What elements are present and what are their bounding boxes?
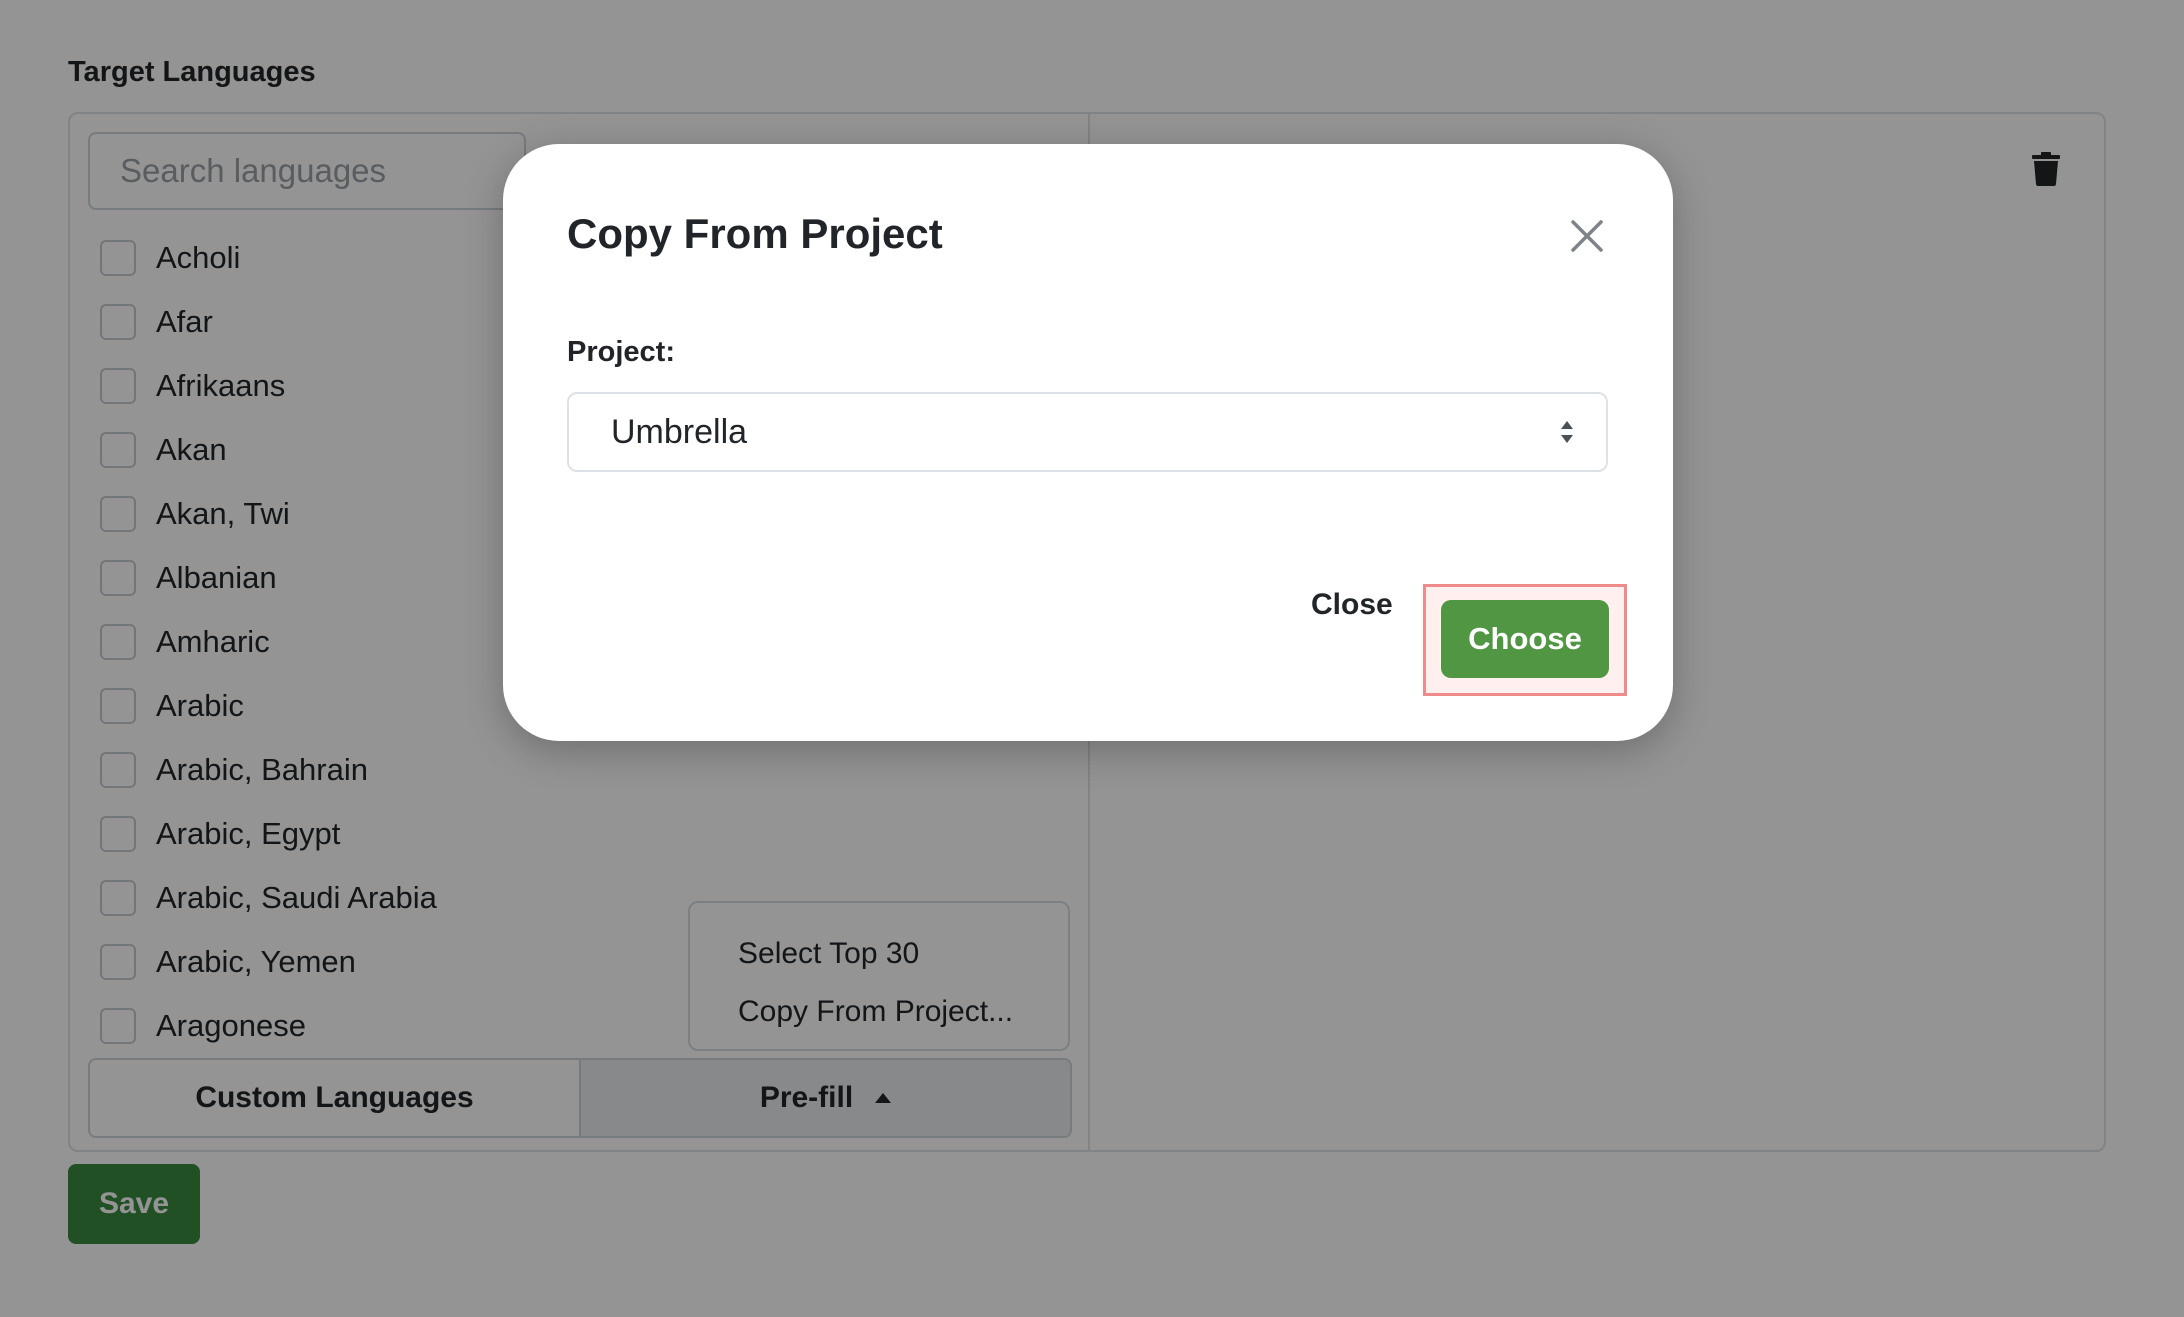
select-arrows-icon [1561,421,1573,443]
project-label: Project: [567,336,675,368]
project-select-value: Umbrella [611,412,748,451]
choose-button[interactable]: Choose [1441,600,1609,678]
modal-title: Copy From Project [567,210,943,257]
close-icon[interactable] [1567,216,1607,256]
close-button[interactable]: Close [1311,588,1393,622]
project-select[interactable]: Umbrella [567,392,1608,472]
copy-from-project-modal: Copy From Project Project: Umbrella Clos… [503,144,1673,741]
